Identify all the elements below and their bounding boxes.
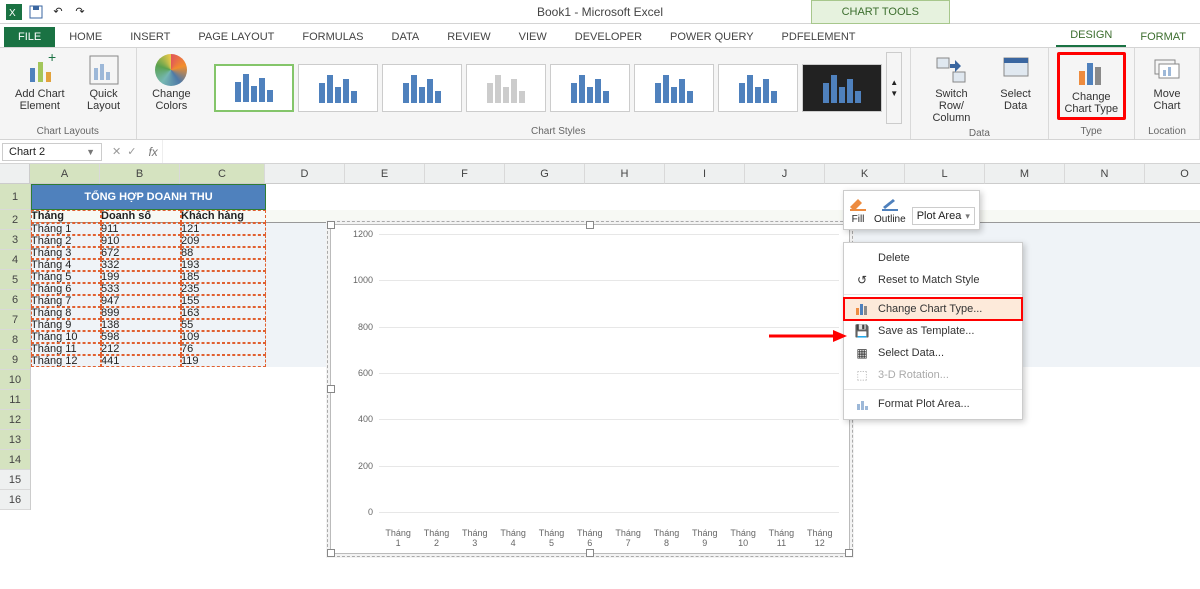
formula-bar: Chart 2 ▼ ✕ ✓ fx	[0, 140, 1200, 164]
mini-toolbar: Fill Outline Plot Area ▾	[843, 190, 980, 230]
select-data-icon	[1000, 54, 1032, 86]
tab-developer[interactable]: DEVELOPER	[561, 27, 656, 47]
chart-style-thumb-4[interactable]	[466, 64, 546, 112]
chart-styles-more-button[interactable]: ▲▼	[886, 52, 902, 124]
name-box[interactable]: Chart 2 ▼	[2, 143, 102, 161]
quick-layout-button[interactable]: Quick Layout	[80, 52, 128, 114]
ribbon: + Add Chart Element Quick Layout Chart L…	[0, 48, 1200, 140]
ribbon-group-change-colors: Change Colors	[137, 48, 207, 139]
ribbon-group-type: Change Chart Type Type	[1049, 48, 1135, 139]
annotation-arrow	[767, 328, 847, 344]
menu-3d-rotation: ⬚ 3-D Rotation...	[844, 364, 1022, 386]
table-title-cell[interactable]: TỔNG HỢP DOANH THU	[31, 184, 266, 210]
save-icon[interactable]	[28, 4, 44, 20]
chart-style-thumb-7[interactable]	[718, 64, 798, 112]
formula-input[interactable]	[162, 140, 1200, 163]
menu-reset-match-style[interactable]: ↺ Reset to Match Style	[844, 269, 1022, 291]
excel-icon: X	[6, 4, 22, 20]
redo-icon[interactable]: ↷	[72, 4, 88, 20]
row-headers[interactable]: 12345678910111213141516	[0, 184, 31, 510]
format-plot-area-icon	[854, 396, 870, 412]
tab-page-layout[interactable]: PAGE LAYOUT	[184, 27, 288, 47]
reset-icon: ↺	[854, 272, 870, 288]
outline-icon	[880, 195, 900, 211]
quick-access-toolbar: X ↶ ↷	[0, 4, 88, 20]
switch-row-column-button[interactable]: Switch Row/ Column	[919, 52, 983, 126]
chart-element-dropdown[interactable]: Plot Area ▾	[912, 207, 975, 225]
ribbon-group-location: Move Chart Location	[1135, 48, 1200, 139]
svg-text:+: +	[48, 54, 56, 65]
menu-delete[interactable]: Delete	[844, 247, 1022, 269]
enter-formula-icon[interactable]: ✓	[127, 145, 136, 158]
save-template-icon: 💾	[854, 323, 870, 339]
column-headers[interactable]: ABCDEFGHIJKLMNOP	[30, 164, 1200, 184]
chart-style-thumb-1[interactable]	[214, 64, 294, 112]
fill-icon	[848, 195, 868, 211]
outline-button[interactable]: Outline	[874, 195, 906, 225]
menu-select-data[interactable]: ▦ Select Data...	[844, 342, 1022, 364]
chart-plot-area[interactable]: 020040060080010001200	[379, 235, 839, 513]
tab-insert[interactable]: INSERT	[116, 27, 184, 47]
chart-x-axis-labels: Tháng1Tháng2Tháng3Tháng4Tháng5Tháng6Thán…	[379, 529, 839, 549]
quick-layout-icon	[88, 54, 120, 86]
tab-pdfelement[interactable]: PDFelement	[768, 27, 870, 47]
chart-tools-contextual-label: CHART TOOLS	[811, 0, 950, 24]
ribbon-group-chart-styles: ▲▼ Chart Styles	[206, 48, 911, 139]
change-colors-button[interactable]: Change Colors	[145, 52, 199, 114]
fill-button[interactable]: Fill	[848, 195, 868, 225]
ribbon-group-chart-layouts: + Add Chart Element Quick Layout Chart L…	[0, 48, 137, 139]
chart-style-thumb-2[interactable]	[298, 64, 378, 112]
menu-save-as-template[interactable]: 💾 Save as Template...	[844, 320, 1022, 342]
fx-icon: fx	[148, 145, 157, 159]
undo-icon[interactable]: ↶	[50, 4, 66, 20]
embedded-chart[interactable]: 020040060080010001200 Tháng1Tháng2Tháng3…	[330, 224, 850, 554]
tab-format[interactable]: FORMAT	[1126, 27, 1200, 47]
tab-view[interactable]: VIEW	[505, 27, 561, 47]
blank-icon	[854, 250, 870, 266]
tab-home[interactable]: HOME	[55, 27, 116, 47]
ribbon-group-data: Switch Row/ Column Select Data Data	[911, 48, 1048, 139]
tab-formulas[interactable]: FORMULAS	[288, 27, 377, 47]
tab-design[interactable]: DESIGN	[1056, 25, 1126, 47]
add-chart-element-button[interactable]: + Add Chart Element	[8, 52, 72, 114]
menu-change-chart-type[interactable]: Change Chart Type...	[844, 298, 1022, 320]
tab-power-query[interactable]: POWER QUERY	[656, 27, 768, 47]
tab-file[interactable]: FILE	[4, 27, 55, 47]
chart-style-thumb-3[interactable]	[382, 64, 462, 112]
ribbon-tabs: FILE HOME INSERT PAGE LAYOUT FORMULAS DA…	[0, 24, 1200, 48]
rotation-icon: ⬚	[854, 367, 870, 383]
tab-review[interactable]: REVIEW	[433, 27, 504, 47]
menu-format-plot-area[interactable]: Format Plot Area...	[844, 393, 1022, 415]
change-chart-type-icon	[1075, 57, 1107, 89]
title-bar: X ↶ ↷ Book1 - Microsoft Excel CHART TOOL…	[0, 0, 1200, 24]
chevron-down-icon: ▾	[965, 211, 970, 222]
add-chart-element-icon: +	[24, 54, 56, 86]
move-chart-button[interactable]: Move Chart	[1143, 52, 1191, 114]
svg-text:X: X	[9, 8, 16, 19]
change-colors-icon	[155, 54, 187, 86]
switch-row-column-icon	[935, 54, 967, 86]
move-chart-icon	[1151, 54, 1183, 86]
change-chart-type-button[interactable]: Change Chart Type	[1057, 52, 1126, 120]
chevron-down-icon: ▼	[86, 147, 95, 157]
window-title: Book1 - Microsoft Excel	[537, 5, 663, 19]
context-menu: Delete ↺ Reset to Match Style Change Cha…	[843, 242, 1023, 420]
select-data-icon: ▦	[854, 345, 870, 361]
tab-data[interactable]: DATA	[378, 27, 434, 47]
chart-style-thumb-6[interactable]	[634, 64, 714, 112]
chart-style-thumb-5[interactable]	[550, 64, 630, 112]
change-chart-type-icon	[854, 301, 870, 317]
select-data-button[interactable]: Select Data	[992, 52, 1040, 114]
cancel-formula-icon[interactable]: ✕	[112, 145, 121, 158]
chart-style-thumb-8[interactable]	[802, 64, 882, 112]
